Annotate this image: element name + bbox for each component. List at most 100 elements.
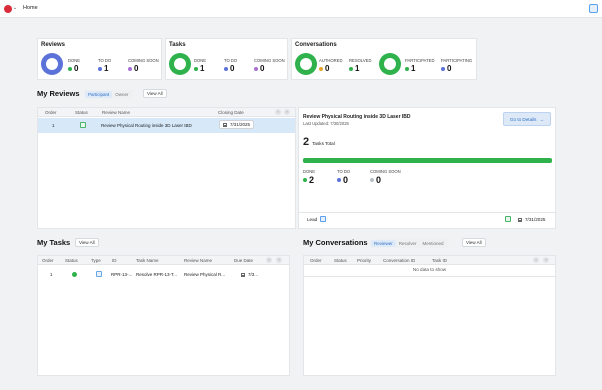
col-task-name[interactable]: Task Name: [136, 258, 159, 263]
my-tasks-title: My Tasks: [37, 238, 71, 247]
chevron-down-icon[interactable]: ⌄: [13, 5, 17, 11]
table-header: Order Status Type ID Task Name Review Na…: [38, 256, 289, 265]
chevron-right-icon[interactable]: ›: [543, 257, 549, 263]
col-order[interactable]: Order: [42, 258, 54, 263]
my-reviews-title: My Reviews: [37, 89, 80, 98]
tab-reviewer[interactable]: Reviewer: [371, 240, 396, 247]
tasks-progress-track: [303, 158, 552, 163]
detail-stat-todo: TO DO 0: [337, 169, 351, 185]
reviews-summary-card[interactable]: Reviews DONE 0 TO DO 1 COMING SOON 0: [37, 38, 162, 80]
row-review-name[interactable]: Review Physical R...: [184, 272, 225, 277]
divider: [304, 276, 555, 277]
row-order: 1: [52, 123, 55, 128]
card-title: Reviews: [41, 42, 66, 48]
stat-todo: TO DO 1: [98, 58, 112, 73]
stat-authored: AUTHORED 0: [319, 58, 343, 73]
col-review-name[interactable]: Review Name: [102, 110, 130, 115]
stat-participating: PARTICIPATING 0: [441, 58, 473, 73]
reviews-view-all-button[interactable]: View All: [143, 89, 167, 98]
detail-stat-coming-soon: COMING SOON 0: [370, 169, 401, 185]
app-logo-icon[interactable]: [4, 5, 12, 13]
col-status[interactable]: Status: [334, 258, 347, 263]
status-dot-icon: [254, 66, 258, 71]
lead-label: Lead: [307, 217, 318, 222]
row-review-name[interactable]: Review Physical Routing inside 3D Laser …: [101, 123, 192, 128]
row-task-name[interactable]: Resolve RPR-13-T...: [136, 272, 177, 277]
tasks-donut: [169, 53, 191, 75]
review-detail-panel: Review Physical Routing inside 3D Laser …: [298, 107, 556, 229]
closing-date-field: 7/31/2025: [219, 120, 255, 129]
card-title: Conversations: [295, 42, 337, 48]
go-to-details-button[interactable]: Go to Details →: [503, 112, 551, 126]
stat-resolved: RESOLVED 1: [349, 58, 372, 73]
col-due-date[interactable]: Due Date: [234, 258, 253, 263]
status-done-icon: [72, 272, 77, 277]
table-row[interactable]: 1 RPR-13-... Resolve RPR-13-T... Review …: [38, 267, 289, 281]
conversations-summary-card[interactable]: Conversations AUTHORED 0 RESOLVED 1 PART…: [291, 38, 477, 80]
table-header: Order Status Priority Conversation ID Ta…: [304, 256, 555, 265]
status-dot-icon: [370, 178, 374, 182]
calendar-icon: [241, 272, 245, 277]
chevron-left-icon[interactable]: ‹: [266, 257, 272, 263]
tab-resolver[interactable]: Resolver: [396, 240, 420, 247]
reviews-table: Order Status Review Name Closing Date ‹ …: [37, 107, 296, 229]
tasks-view-all-button[interactable]: View All: [75, 238, 99, 247]
status-dot-icon: [224, 66, 228, 71]
stat-done: DONE 1: [194, 58, 207, 73]
status-dot-icon: [441, 66, 445, 71]
status-dot-icon: [68, 66, 72, 71]
participated-donut: [379, 53, 401, 75]
col-status[interactable]: Status: [65, 258, 78, 263]
col-status[interactable]: Status: [75, 110, 88, 115]
breadcrumb-home[interactable]: Home: [23, 5, 38, 11]
status-dot-icon: [128, 66, 132, 71]
stat-participated: PARTICIPATED 1: [405, 58, 435, 73]
col-priority[interactable]: Priority: [357, 258, 371, 263]
tasks-table: Order Status Type ID Task Name Review Na…: [37, 255, 290, 376]
row-order: 1: [50, 272, 53, 277]
tasks-summary-card[interactable]: Tasks DONE 1 TO DO 0 COMING SOON 0: [165, 38, 288, 80]
conversation-role-tabs: Reviewer Resolver Mentioned: [370, 239, 448, 248]
row-due-date: 7/3...: [241, 272, 258, 277]
stat-coming-soon: COMING SOON 0: [128, 58, 159, 73]
chevron-right-icon[interactable]: ›: [284, 109, 290, 115]
col-task-id[interactable]: Task ID: [432, 258, 447, 263]
lead-avatar-icon[interactable]: [320, 216, 326, 222]
stat-todo: TO DO 0: [224, 58, 238, 73]
col-order[interactable]: Order: [45, 110, 57, 115]
status-dot-icon: [194, 66, 198, 71]
card-title: Tasks: [169, 42, 186, 48]
col-conversation-id[interactable]: Conversation ID: [383, 258, 415, 263]
divider: [299, 212, 555, 213]
tasks-total: 2 Tasks Total: [303, 136, 335, 148]
col-type[interactable]: Type: [91, 258, 101, 263]
status-dot-icon: [303, 178, 307, 182]
col-id[interactable]: ID: [112, 258, 117, 263]
status-dot-icon: [405, 66, 409, 71]
empty-state-text: No data to show: [412, 267, 447, 272]
chevron-left-icon[interactable]: ‹: [275, 109, 281, 115]
table-header: Order Status Review Name Closing Date ‹ …: [38, 108, 295, 117]
col-order[interactable]: Order: [310, 258, 322, 263]
chevron-right-icon[interactable]: ›: [276, 257, 282, 263]
col-closing-date[interactable]: Closing Date: [218, 110, 244, 115]
calendar-icon: [223, 122, 227, 127]
task-type-icon: [96, 271, 102, 277]
table-row[interactable]: 1 Review Physical Routing inside 3D Lase…: [38, 118, 295, 133]
chevron-left-icon[interactable]: ‹: [533, 257, 539, 263]
my-conversations-title: My Conversations: [303, 238, 368, 247]
conversations-view-all-button[interactable]: View All: [462, 238, 486, 247]
conversations-table: Order Status Priority Conversation ID Ta…: [303, 255, 556, 376]
detail-stat-done: DONE 2: [303, 169, 316, 185]
reviews-role-tabs: Participant Owner: [84, 90, 133, 99]
tasks-progress-bar: [303, 158, 552, 163]
tab-participant[interactable]: Participant: [85, 91, 113, 98]
top-bar: ⌄ Home: [0, 0, 602, 18]
user-menu-icon[interactable]: [589, 4, 598, 13]
col-review-name[interactable]: Review Name: [184, 258, 212, 263]
chat-icon[interactable]: [505, 216, 511, 222]
tab-owner[interactable]: Owner: [112, 91, 131, 98]
row-id[interactable]: RPR-13-...: [111, 272, 132, 277]
tab-mentioned[interactable]: Mentioned: [420, 240, 447, 247]
footer-date: 7/31/2025: [518, 217, 545, 222]
